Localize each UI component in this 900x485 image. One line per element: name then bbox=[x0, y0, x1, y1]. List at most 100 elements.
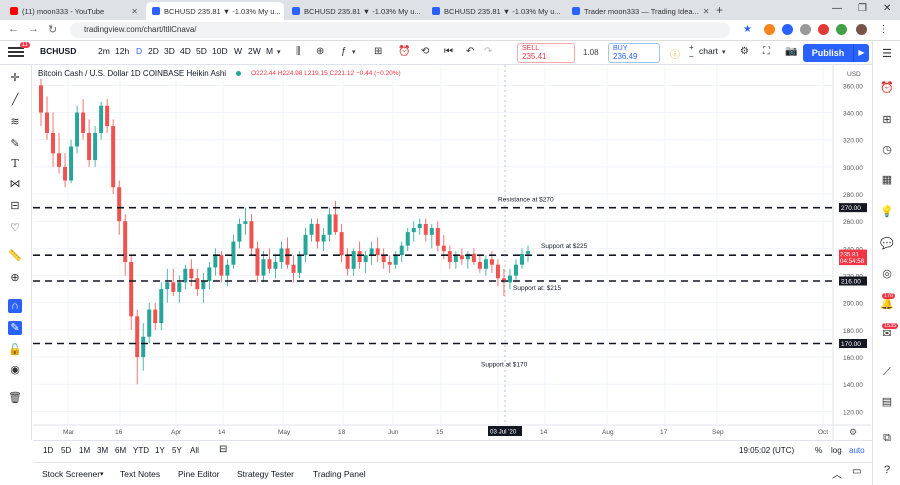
layers-icon[interactable]: ⧉ bbox=[880, 431, 894, 445]
range-button[interactable]: 3M bbox=[97, 446, 108, 455]
more-icon[interactable]: ⋮ bbox=[878, 24, 889, 35]
browser-tab[interactable]: Trader moon333 — Trading Idea... ✕ bbox=[566, 2, 710, 20]
interval-button[interactable]: 12h bbox=[115, 46, 129, 56]
layout-name[interactable]: chart bbox=[699, 46, 718, 56]
buy-button[interactable]: BUY 236.49 bbox=[608, 43, 660, 63]
extension-icon[interactable] bbox=[782, 24, 793, 35]
range-button[interactable]: 6M bbox=[115, 446, 126, 455]
new-tab-button[interactable]: + bbox=[716, 3, 723, 17]
camera-icon[interactable]: 📷 bbox=[785, 46, 797, 57]
lock-icon[interactable]: 🔓 bbox=[8, 343, 22, 357]
price-chart[interactable]: 360.00340.00320.00300.00280.00260.00240.… bbox=[33, 65, 871, 440]
hotlist-icon[interactable]: ◷ bbox=[880, 143, 894, 157]
close-icon[interactable]: ✕ bbox=[131, 7, 138, 16]
interval-button-active[interactable]: D bbox=[136, 46, 142, 56]
interval-button[interactable]: 2m bbox=[98, 46, 110, 56]
add-indicator-icon[interactable]: ⊕ bbox=[316, 46, 324, 57]
gear-icon[interactable]: ⚙ bbox=[740, 46, 749, 57]
extension-icon[interactable] bbox=[800, 24, 811, 35]
avatar[interactable] bbox=[856, 24, 867, 35]
trendline-icon[interactable]: ╱ bbox=[8, 93, 22, 107]
calendar-icon[interactable]: ▦ bbox=[880, 173, 894, 187]
close-icon[interactable]: ✕ bbox=[703, 7, 710, 16]
browser-tab[interactable]: BCHUSD 235.81 ▼ -1.03% My u... ✕ bbox=[146, 2, 284, 20]
interval-button[interactable]: 5D bbox=[196, 46, 207, 56]
crosshair-icon[interactable]: ✛ bbox=[8, 71, 22, 85]
interval-button[interactable]: 2W bbox=[248, 46, 261, 56]
browser-tab[interactable]: (11) moon333 - YouTube ✕ bbox=[4, 2, 144, 20]
stay-drawing-icon[interactable]: ✎ bbox=[8, 321, 22, 335]
range-button[interactable]: All bbox=[190, 446, 199, 455]
menu-icon[interactable]: 11 bbox=[8, 42, 30, 59]
range-button[interactable]: 5Y bbox=[172, 446, 182, 455]
indicators-icon[interactable]: ƒ bbox=[341, 46, 347, 57]
forward-icon[interactable]: → bbox=[28, 23, 39, 35]
pattern-icon[interactable]: ⋈ bbox=[8, 177, 22, 191]
extension-icon[interactable] bbox=[818, 24, 829, 35]
replay-icon[interactable]: ⟲ bbox=[421, 46, 429, 57]
fib-icon[interactable]: ≋ bbox=[8, 115, 22, 129]
chevron-down-icon[interactable]: ▾ bbox=[722, 48, 726, 56]
auto-toggle[interactable]: auto bbox=[849, 446, 865, 455]
interval-button[interactable]: 3D bbox=[164, 46, 175, 56]
collapse-panel-icon[interactable]: ︿ bbox=[832, 466, 842, 481]
messages-icon[interactable]: ✉ bbox=[880, 327, 894, 341]
minimize-icon[interactable]: — bbox=[832, 3, 842, 14]
range-button[interactable]: YTD bbox=[133, 446, 149, 455]
range-button[interactable]: 1M bbox=[79, 446, 90, 455]
chat-icon[interactable]: 💬 bbox=[880, 237, 894, 251]
help-icon[interactable]: ? bbox=[880, 463, 894, 477]
data-window-icon[interactable]: ⊞ bbox=[880, 113, 894, 127]
text-icon[interactable]: T bbox=[8, 157, 22, 171]
ideas-icon[interactable]: 💡 bbox=[880, 205, 894, 219]
icons-icon[interactable]: ♡ bbox=[8, 221, 22, 235]
eye-icon[interactable]: ◉ bbox=[8, 363, 22, 377]
redo-icon[interactable]: ↷ bbox=[484, 46, 492, 57]
clock-time[interactable]: 19:05:02 (UTC) bbox=[739, 446, 794, 455]
chevron-down-icon[interactable]: ▾ bbox=[100, 470, 104, 478]
order-panel-icon[interactable]: ⟋ bbox=[880, 365, 894, 379]
interval-button[interactable]: W bbox=[234, 46, 242, 56]
rewind-icon[interactable]: ⏮ bbox=[444, 46, 453, 57]
magnet-icon[interactable]: ∩ bbox=[8, 299, 22, 313]
bar-style-icon[interactable]: ⫼ bbox=[296, 46, 301, 57]
percent-toggle[interactable]: % bbox=[815, 446, 822, 455]
metamask-icon[interactable] bbox=[764, 24, 775, 35]
tab-text-notes[interactable]: Text Notes bbox=[120, 469, 160, 479]
sell-button[interactable]: SELL 235.41 bbox=[517, 43, 575, 63]
warning-icon[interactable]: ⓘ bbox=[670, 46, 680, 61]
tab-strategy-tester[interactable]: Strategy Tester bbox=[237, 469, 294, 479]
zoom-icon[interactable]: ⊕ bbox=[8, 271, 22, 285]
date-range-icon[interactable]: ⊟ bbox=[219, 444, 227, 455]
url-field[interactable]: tradingview.com/chart/ltllCnava/ bbox=[70, 22, 730, 38]
watchlist-icon[interactable]: ☰ bbox=[880, 47, 894, 61]
log-toggle[interactable]: log bbox=[831, 446, 842, 455]
maximize-icon[interactable]: ❐ bbox=[858, 3, 867, 14]
interval-button[interactable]: 4D bbox=[180, 46, 191, 56]
fullscreen-icon[interactable]: ⛶ bbox=[763, 46, 770, 57]
reload-icon[interactable]: ↻ bbox=[48, 23, 57, 36]
streams-icon[interactable]: ◎ bbox=[880, 267, 894, 281]
range-button[interactable]: 5D bbox=[61, 446, 71, 455]
tab-trading-panel[interactable]: Trading Panel bbox=[313, 469, 366, 479]
depth-icon[interactable]: ▤ bbox=[880, 395, 894, 409]
chevron-down-icon[interactable]: ▾ bbox=[277, 48, 281, 56]
tab-stock-screener[interactable]: Stock Screener bbox=[42, 469, 100, 479]
browser-tab[interactable]: BCHUSD 235.81 ▼ -1.03% My u... ✕ bbox=[286, 2, 424, 20]
range-button[interactable]: 1Y bbox=[155, 446, 165, 455]
chevron-down-icon[interactable]: ▾ bbox=[352, 48, 356, 56]
star-icon[interactable]: ★ bbox=[742, 24, 753, 35]
symbol-search[interactable]: BCHUSD bbox=[40, 46, 76, 56]
notification-icon[interactable]: 🔔 bbox=[880, 297, 894, 311]
close-window-icon[interactable]: ✕ bbox=[883, 3, 891, 14]
extension-icon[interactable] bbox=[836, 24, 847, 35]
browser-tab[interactable]: BCHUSD 235.81 ▼ -1.03% My u... ✕ bbox=[426, 2, 564, 20]
prediction-icon[interactable]: ⊟ bbox=[8, 199, 22, 213]
alarm-icon[interactable]: ⏰ bbox=[880, 81, 894, 95]
trash-icon[interactable]: 🗑 bbox=[8, 391, 22, 405]
interval-button[interactable]: 2D bbox=[148, 46, 159, 56]
tab-pine-editor[interactable]: Pine Editor bbox=[178, 469, 220, 479]
back-icon[interactable]: ← bbox=[8, 23, 19, 35]
publish-button[interactable]: Publish bbox=[803, 44, 853, 62]
plus-minus-icon[interactable]: + − bbox=[689, 43, 694, 61]
